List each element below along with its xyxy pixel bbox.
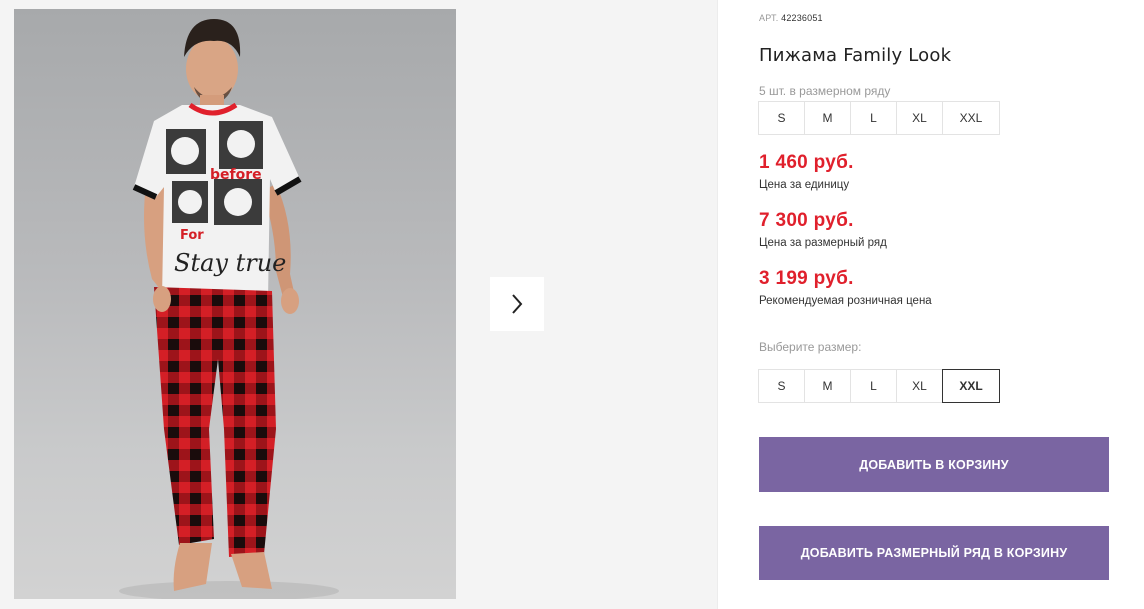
add-to-cart-button[interactable]: ДОБАВИТЬ В КОРЗИНУ: [759, 437, 1109, 492]
gallery-next-button[interactable]: [490, 277, 544, 331]
size-option-xl[interactable]: XL: [896, 369, 943, 403]
add-range-to-cart-button[interactable]: ДОБАВИТЬ РАЗМЕРНЫЙ РЯД В КОРЗИНУ: [759, 526, 1109, 580]
range-price: 7 300 руб.: [759, 210, 854, 231]
print-text-before: before: [210, 167, 262, 183]
size-option-xxl[interactable]: XXL: [942, 369, 1000, 403]
product-title: Пижама Family Look: [759, 45, 952, 66]
range-size-xxl: XXL: [942, 101, 1000, 135]
product-photo[interactable]: before For Stay true: [14, 9, 456, 599]
size-option-m[interactable]: M: [804, 369, 851, 403]
range-size-s: S: [758, 101, 805, 135]
retail-price: 3 199 руб.: [759, 268, 854, 289]
size-option-s[interactable]: S: [758, 369, 805, 403]
print-text-for: For: [180, 228, 204, 243]
range-size-m: M: [804, 101, 851, 135]
article-prefix: АРТ.: [759, 13, 779, 23]
article-number: АРТ. 42236051: [759, 13, 823, 23]
size-option-l[interactable]: L: [850, 369, 897, 403]
product-info-panel: АРТ. 42236051 Пижама Family Look 5 шт. в…: [758, 0, 1119, 609]
range-size-l: L: [850, 101, 897, 135]
model-illustration: before For Stay true: [119, 19, 339, 599]
retail-price-label: Рекомендуемая розничная цена: [759, 295, 932, 307]
size-range-label: 5 шт. в размерном ряду: [759, 84, 891, 98]
range-size-xl: XL: [896, 101, 943, 135]
size-picker: S M L XL XXL: [758, 369, 1000, 403]
range-price-label: Цена за размерный ряд: [759, 237, 887, 249]
product-gallery: before For Stay true: [0, 0, 718, 609]
size-picker-label: Выберите размер:: [759, 340, 862, 354]
unit-price: 1 460 руб.: [759, 152, 854, 173]
unit-price-label: Цена за единицу: [759, 179, 850, 191]
article-value: 42236051: [781, 13, 823, 23]
size-range-list: S M L XL XXL: [758, 101, 1000, 135]
chevron-right-icon: [512, 294, 523, 314]
print-text-stay-true: Stay true: [174, 249, 286, 277]
